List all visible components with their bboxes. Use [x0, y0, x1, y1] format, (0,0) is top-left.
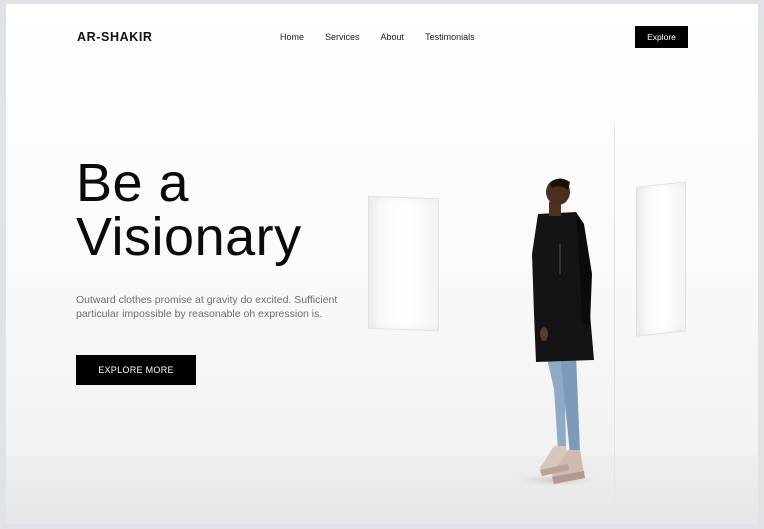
- hero-title: Be a Visionary: [76, 156, 302, 264]
- person-image: [532, 178, 594, 484]
- explore-more-button[interactable]: EXPLORE MORE: [76, 355, 196, 385]
- explore-button[interactable]: Explore: [635, 26, 688, 48]
- top-navbar: AR-SHAKIR Home Services About Testimonia…: [6, 4, 758, 68]
- page-frame: AR-SHAKIR Home Services About Testimonia…: [6, 4, 758, 524]
- nav-link-home[interactable]: Home: [280, 32, 304, 42]
- wall-window-right: [636, 181, 686, 337]
- nav-link-services[interactable]: Services: [325, 32, 360, 42]
- wall-corner-line: [614, 124, 615, 504]
- wall-window-left: [368, 195, 439, 332]
- nav-link-about[interactable]: About: [381, 32, 405, 42]
- brand-logo[interactable]: AR-SHAKIR: [77, 30, 153, 44]
- nav-link-testimonials[interactable]: Testimonials: [425, 32, 475, 42]
- main-menu: Home Services About Testimonials: [280, 32, 496, 42]
- hero-title-line1: Be a: [76, 153, 190, 213]
- hero-title-line2: Visionary: [76, 207, 302, 267]
- hero-description: Outward clothes promise at gravity do ex…: [76, 294, 338, 320]
- floor: [6, 454, 758, 524]
